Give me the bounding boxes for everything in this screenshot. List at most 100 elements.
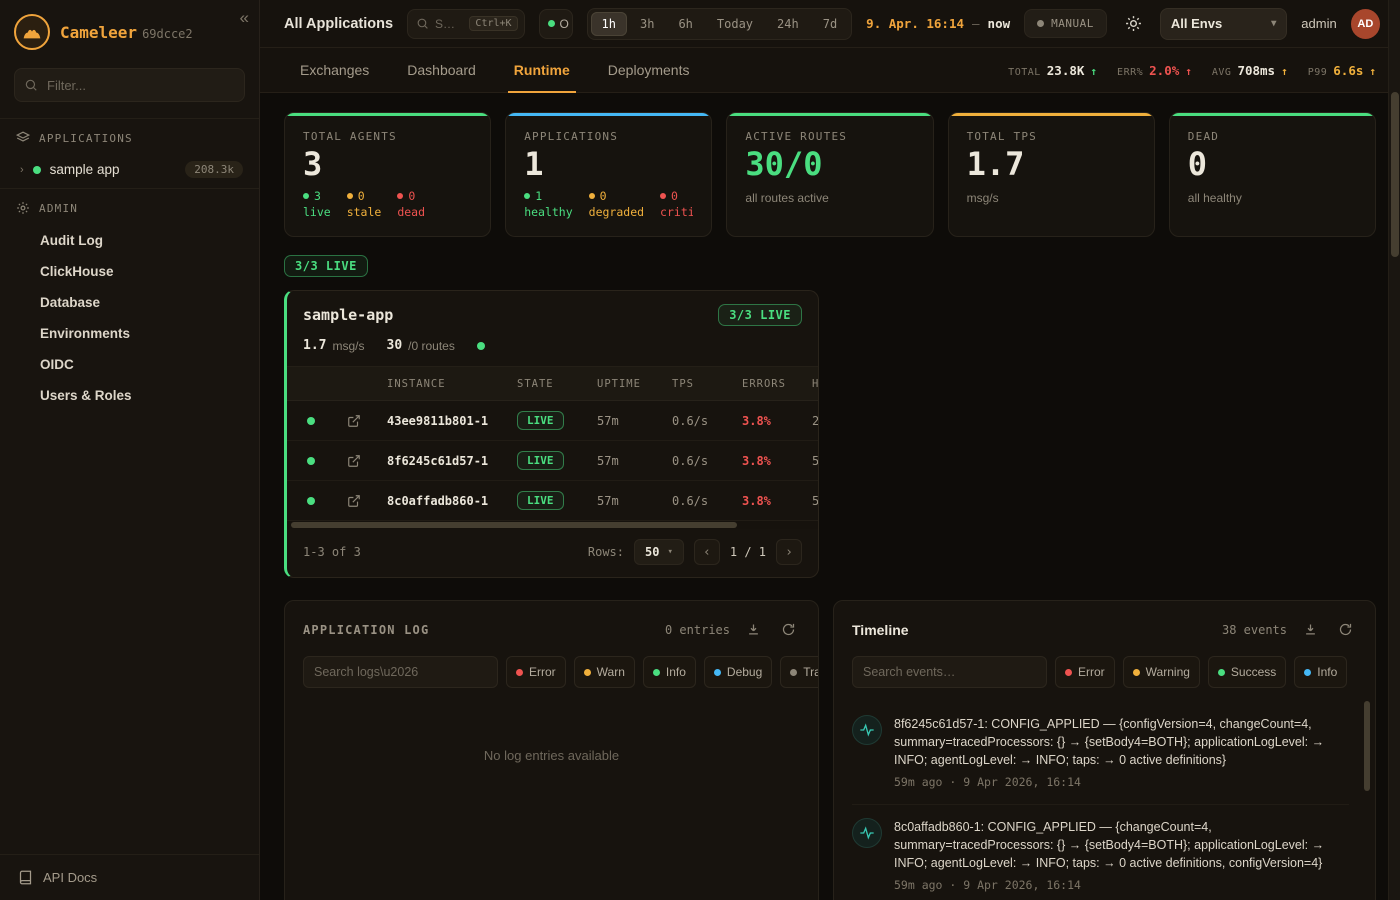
page-scrollbar[interactable] (1388, 0, 1400, 900)
trend-up-icon: ↑ (1281, 65, 1288, 78)
external-link-icon[interactable] (347, 454, 387, 468)
app-root: Cameleer69dcce2 « APPLICATIONS › sample … (0, 0, 1400, 900)
timeline-panel: Timeline 38 events Error Warning Su (833, 600, 1376, 900)
green-dot-icon (303, 193, 309, 199)
date-range-picker[interactable]: 9. Apr. 16:14 — now (866, 16, 1010, 31)
sidebar-item-clickhouse[interactable]: ClickHouse (0, 256, 259, 287)
instance-status-dot (307, 497, 315, 505)
external-link-icon[interactable] (347, 414, 387, 428)
stat-total: TOTAL 23.8K ↑ (1008, 63, 1097, 78)
sidebar-item-sample-app[interactable]: › sample app 208.3k (0, 153, 259, 188)
uptime-cell: 57m (597, 494, 672, 508)
card-title: TOTAL AGENTS (303, 130, 472, 143)
timeline-search-input[interactable] (852, 656, 1047, 688)
timeline-event[interactable]: 8f6245c61d57-1: CONFIG_APPLIED — {config… (852, 702, 1349, 804)
page-title: All Applications (284, 16, 393, 32)
stat-cards-row: TOTAL AGENTS 3 3 live 0 stale 0 (284, 112, 1376, 237)
breakdown-degraded: 0 degraded (589, 189, 644, 219)
col-tps: TPS (672, 378, 742, 390)
log-filter-debug[interactable]: Debug (704, 656, 772, 688)
tab-deployments[interactable]: Deployments (592, 48, 706, 92)
api-docs-link[interactable]: API Docs (0, 854, 259, 900)
online-toggle[interactable]: O (539, 9, 573, 39)
horizontal-scrollbar (287, 521, 818, 529)
timeline-filter-success[interactable]: Success (1208, 656, 1286, 688)
time-range-today[interactable]: Today (706, 12, 764, 36)
time-range-group: 1h 3h 6h Today 24h 7d (587, 8, 853, 40)
sidebar-item-database[interactable]: Database (0, 287, 259, 318)
log-entries-count: 0 entries (665, 623, 730, 637)
admin-section-label: ADMIN (39, 202, 78, 215)
next-page-button[interactable]: › (776, 539, 802, 565)
card-subtitle: all healthy (1188, 191, 1357, 205)
user-name: admin (1301, 16, 1336, 31)
instances-table: INSTANCE STATE UPTIME TPS ERRORS H 43ee9… (287, 367, 818, 521)
sidebar-item-audit-log[interactable]: Audit Log (0, 225, 259, 256)
card-total-agents: TOTAL AGENTS 3 3 live 0 stale 0 (284, 112, 491, 237)
refresh-mode-button[interactable]: MANUAL (1024, 9, 1107, 38)
log-filter-info[interactable]: Info (643, 656, 696, 688)
page-scrollbar-thumb[interactable] (1391, 92, 1399, 257)
time-range-1h[interactable]: 1h (591, 12, 627, 36)
stat-total-label: TOTAL (1008, 67, 1041, 78)
status-dot-green (33, 166, 41, 174)
tabs: Exchanges Dashboard Runtime Deployments (284, 48, 705, 92)
rows-per-page-label: Rows: (588, 545, 624, 559)
instance-status-dot (307, 457, 315, 465)
timeline-filter-info[interactable]: Info (1294, 656, 1347, 688)
refresh-icon[interactable] (777, 618, 800, 641)
event-body: 8f6245c61d57-1: CONFIG_APPLIED — {config… (894, 715, 1349, 791)
app-card-stats: 1.7 msg/s 30 /0 routes (287, 336, 818, 367)
time-range-3h[interactable]: 3h (629, 12, 665, 36)
external-link-icon[interactable] (347, 494, 387, 508)
avatar[interactable]: AD (1351, 9, 1380, 39)
download-icon[interactable] (742, 618, 765, 641)
time-range-24h[interactable]: 24h (766, 12, 810, 36)
timeline-scrollbar-thumb[interactable] (1364, 701, 1370, 791)
environment-select[interactable]: All Envs ▾ (1160, 8, 1287, 40)
timeline-filter-error[interactable]: Error (1055, 656, 1115, 688)
stat-p99-value: 6.6s (1333, 63, 1363, 78)
amber-dot-icon (589, 193, 595, 199)
sidebar-filter-input[interactable] (14, 68, 245, 102)
card-total-tps: TOTAL TPS 1.7 msg/s (948, 112, 1155, 237)
tabs-bar: Exchanges Dashboard Runtime Deployments … (260, 48, 1400, 93)
prev-page-button[interactable]: ‹ (694, 539, 720, 565)
stat-total-value: 23.8K (1047, 63, 1085, 78)
instance-id: 8c0affadb860-1 (387, 494, 517, 508)
refresh-icon[interactable] (1334, 618, 1357, 641)
green-dot-icon (1218, 669, 1225, 676)
log-filter-warn[interactable]: Warn (574, 656, 635, 688)
state-badge: LIVE (517, 451, 564, 470)
card-value: 0 (1188, 147, 1357, 182)
chevron-right-icon: › (20, 164, 24, 176)
horizontal-scrollbar-thumb[interactable] (291, 522, 737, 528)
global-search[interactable]: S… Ctrl+K (407, 9, 525, 39)
applications-section-label: APPLICATIONS (39, 132, 133, 145)
tps-cell: 0.6/s (672, 454, 742, 468)
tab-dashboard[interactable]: Dashboard (391, 48, 492, 92)
sidebar-collapse-button[interactable]: « (240, 8, 249, 28)
log-filter-error[interactable]: Error (506, 656, 566, 688)
download-icon[interactable] (1299, 618, 1322, 641)
sidebar-item-oidc[interactable]: OIDC (0, 349, 259, 380)
date-range-start: 9. Apr. 16:14 (866, 16, 964, 31)
content: TOTAL AGENTS 3 3 live 0 stale 0 (260, 93, 1400, 900)
tab-exchanges[interactable]: Exchanges (284, 48, 385, 92)
tab-runtime[interactable]: Runtime (498, 48, 586, 92)
time-range-7d[interactable]: 7d (812, 12, 848, 36)
sidebar-item-environments[interactable]: Environments (0, 318, 259, 349)
log-search-input[interactable] (303, 656, 498, 688)
timeline-event[interactable]: 8c0affadb860-1: CONFIG_APPLIED — {change… (852, 804, 1349, 900)
timeline-filter-warning[interactable]: Warning (1123, 656, 1200, 688)
amber-dot-icon (584, 669, 591, 676)
sidebar-item-users-roles[interactable]: Users & Roles (0, 380, 259, 411)
table-row: 8f6245c61d57-1 LIVE 57m 0.6/s 3.8% 5 (287, 441, 818, 481)
log-filter-trace[interactable]: Trace (780, 656, 819, 688)
time-range-6h[interactable]: 6h (667, 12, 703, 36)
tps-cell: 0.6/s (672, 414, 742, 428)
theme-toggle-button[interactable] (1121, 11, 1146, 36)
page-indicator: 1 / 1 (730, 545, 766, 559)
rows-per-page-select[interactable]: 50 ▾ (634, 539, 684, 565)
timeline-title: Timeline (852, 622, 909, 638)
